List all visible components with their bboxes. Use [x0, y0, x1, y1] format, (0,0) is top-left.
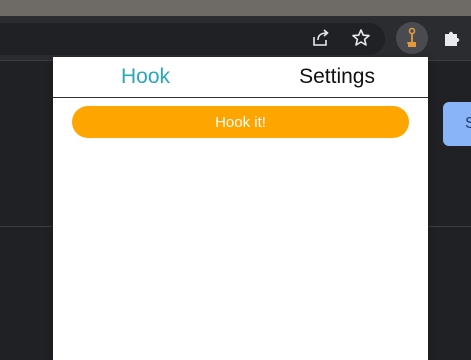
- share-icon[interactable]: [306, 23, 336, 53]
- hook-extension-icon[interactable]: [396, 22, 428, 54]
- bookmark-star-icon[interactable]: [346, 23, 376, 53]
- browser-window: S Hook Settings Hook it!: [0, 0, 471, 360]
- hook-it-button[interactable]: Hook it!: [72, 106, 409, 138]
- popup-tabs: Hook Settings: [53, 57, 428, 98]
- window-title-strip: [0, 0, 471, 16]
- extensions-puzzle-icon[interactable]: [437, 23, 467, 53]
- tab-hook[interactable]: Hook: [53, 57, 248, 97]
- page-button[interactable]: S: [443, 102, 471, 146]
- extension-popup: Hook Settings Hook it!: [53, 57, 428, 360]
- tab-settings[interactable]: Settings: [248, 57, 428, 97]
